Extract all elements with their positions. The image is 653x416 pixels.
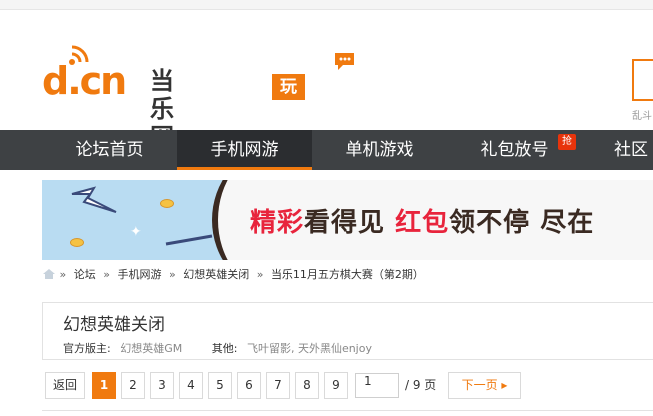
nav-item-single-player-games[interactable]: 单机游戏: [312, 130, 447, 170]
grab-badge: 抢: [558, 134, 576, 150]
promo-banner[interactable]: ✦ ✦ ✦ 精彩看得见 红包领不停 尽在: [42, 180, 653, 260]
board-moderators: 官方版主: 幻想英雄GM 其他: 飞叶留影, 天外黑仙enjoy: [63, 340, 372, 356]
board-title: 幻想英雄关闭: [63, 315, 165, 335]
breadcrumb-item-thread[interactable]: 当乐11月五方棋大赛（第2期）: [271, 268, 424, 281]
page-button[interactable]: 6: [237, 372, 261, 399]
moderator-link[interactable]: 幻想英雄GM: [120, 342, 182, 355]
logo-domain: d.cn: [42, 59, 127, 103]
next-page-button[interactable]: 下一页 ▸: [448, 372, 521, 399]
breadcrumb-item-mobile-games[interactable]: 手机网游: [117, 268, 161, 281]
search-input[interactable]: [632, 59, 653, 101]
page-number-input[interactable]: 1: [355, 373, 399, 398]
main-nav: 论坛首页 手机网游 单机游戏 礼包放号 抢 社区: [0, 130, 653, 170]
site-header: d.cn 当乐网 玩家社区 乱斗: [0, 10, 653, 175]
breadcrumb-item-forum[interactable]: 论坛: [74, 268, 96, 281]
coin-icon: [160, 199, 174, 208]
other-moderators-label: 其他:: [211, 342, 238, 355]
other-moderators-links[interactable]: 飞叶留影, 天外黑仙enjoy: [247, 342, 372, 355]
lightning-icon: [71, 186, 117, 213]
board-header: 幻想英雄关闭 官方版主: 幻想英雄GM 其他: 飞叶留影, 天外黑仙enjoy: [42, 302, 653, 360]
banner-slogan: 精彩看得见 红包领不停 尽在: [250, 208, 595, 238]
page-button[interactable]: 1: [92, 372, 116, 399]
page-button[interactable]: 2: [121, 372, 145, 399]
coin-icon: [70, 238, 84, 247]
page-button[interactable]: 8: [295, 372, 319, 399]
nav-item-forum-home[interactable]: 论坛首页: [42, 130, 177, 170]
divider: [42, 410, 653, 411]
star-icon: ✦: [130, 224, 142, 240]
page-button[interactable]: 9: [324, 372, 348, 399]
home-icon[interactable]: [42, 268, 56, 280]
page-button[interactable]: 5: [208, 372, 232, 399]
nav-item-community[interactable]: 社区: [600, 130, 653, 170]
breadcrumb: » 论坛 » 手机网游 » 幻想英雄关闭 » 当乐11月五方棋大赛（第2期）: [42, 266, 428, 284]
streak-icon: [165, 234, 213, 246]
page-button[interactable]: 4: [179, 372, 203, 399]
top-strip: [0, 0, 653, 10]
nav-item-mobile-online-games[interactable]: 手机网游: [177, 130, 312, 170]
moderator-label: 官方版主:: [63, 342, 111, 355]
page-button[interactable]: 7: [266, 372, 290, 399]
page-button[interactable]: 3: [150, 372, 174, 399]
chat-bubble-icon: [335, 53, 354, 70]
page-total: / 9 页: [405, 378, 437, 392]
logo-badge: 玩家社区: [272, 74, 305, 175]
search-hint[interactable]: 乱斗: [632, 107, 652, 122]
breadcrumb-item-board[interactable]: 幻想英雄关闭: [183, 268, 249, 281]
back-button[interactable]: 返回: [45, 372, 85, 399]
